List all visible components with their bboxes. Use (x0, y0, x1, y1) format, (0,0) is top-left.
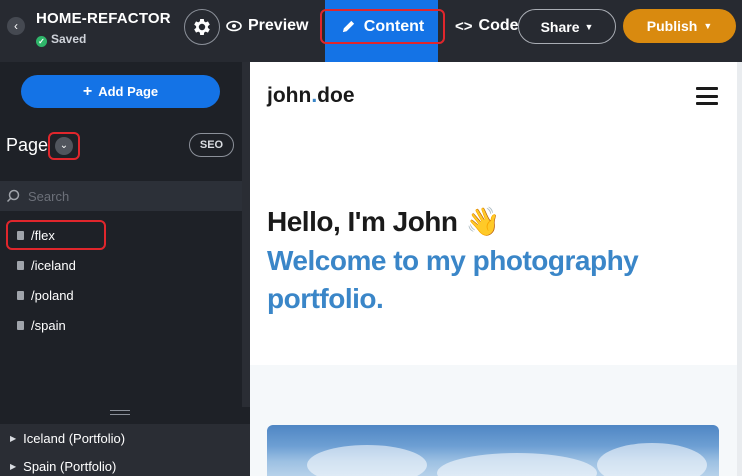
page-section-label: Page (6, 135, 49, 155)
code-icon: <> (455, 17, 473, 35)
search-icon (6, 189, 20, 203)
resize-handle[interactable] (110, 410, 130, 415)
file-icon (17, 230, 24, 240)
group-item-spain[interactable]: ▶ Spain (Portfolio) (0, 452, 250, 476)
group-item-label: Iceland (Portfolio) (23, 430, 126, 446)
settings-button[interactable] (184, 9, 220, 45)
publish-label: Publish (646, 18, 698, 34)
gear-icon (194, 19, 210, 35)
site-preview: john.doe Hello, I'm John 👋 Welcome to my… (250, 62, 742, 476)
hamburger-menu-icon[interactable] (696, 87, 718, 105)
preview-scrollbar[interactable] (737, 62, 742, 476)
share-label: Share (540, 18, 580, 35)
add-page-button[interactable]: + Add Page (21, 75, 220, 108)
file-icon (17, 260, 24, 270)
file-icon (17, 320, 24, 330)
page-item-label: /iceland (31, 257, 76, 273)
page-item-label: /spain (31, 317, 66, 333)
sidebar-scrollbar[interactable] (242, 62, 250, 407)
publish-button[interactable]: Publish ▼ (623, 9, 736, 43)
site-nav: john.doe (250, 62, 742, 130)
content-label: Content (363, 17, 425, 35)
logo-name: john (267, 84, 312, 107)
check-icon: ✓ (36, 36, 47, 47)
page-item-poland[interactable]: /poland (0, 280, 250, 310)
hero-title-text: Hello, I'm John (267, 205, 458, 237)
logo-suffix: doe (317, 84, 355, 107)
chevron-down-icon: ⌄ (55, 137, 73, 155)
group-item-iceland[interactable]: ▶ Iceland (Portfolio) (0, 424, 250, 452)
page-item-spain[interactable]: /spain (0, 310, 250, 340)
caret-down-icon: ▼ (703, 21, 713, 31)
caret-right-icon: ▶ (10, 433, 17, 443)
page-item-iceland[interactable]: /iceland (0, 250, 250, 280)
back-button[interactable]: ‹ (7, 17, 25, 35)
plus-icon: + (82, 82, 93, 100)
eye-icon (226, 20, 242, 32)
project-name: HOME-REFACTOR (36, 10, 171, 27)
seo-button[interactable]: SEO (189, 133, 234, 157)
add-page-label: Add Page (98, 84, 159, 99)
page-item-label: /flex (31, 227, 55, 243)
site-logo[interactable]: john.doe (267, 84, 355, 108)
save-status: ✓ Saved (36, 32, 86, 47)
page-list: /flex /iceland /poland /spain (0, 220, 250, 340)
page-dropdown-toggle[interactable]: ⌄ (48, 132, 80, 160)
save-status-label: Saved (51, 32, 87, 46)
hero-subtitle: Welcome to my photography portfolio. (267, 245, 639, 314)
sidebar: + Add Page Page ⌄ SEO /flex /iceland /po… (0, 62, 250, 476)
page-search (0, 181, 242, 211)
pencil-icon (342, 20, 354, 33)
page-groups: ▶ Iceland (Portfolio) ▶ Spain (Portfolio… (0, 424, 250, 476)
file-icon (17, 290, 24, 300)
code-label: Code (478, 17, 519, 34)
share-button[interactable]: Share ▼ (518, 9, 616, 44)
hero-title: Hello, I'm John 👋 (267, 205, 500, 238)
caret-right-icon: ▶ (10, 461, 17, 471)
top-bar: ‹ HOME-REFACTOR ✓ Saved Preview Content <… (0, 0, 742, 62)
search-input[interactable] (28, 188, 228, 204)
code-button[interactable]: <> Code (455, 17, 519, 35)
page-item-label: /poland (31, 287, 74, 303)
caret-down-icon: ▼ (584, 21, 594, 32)
chevron-left-icon: ‹ (14, 19, 18, 33)
waving-hand-icon: 👋 (465, 206, 501, 237)
preview-label: Preview (248, 17, 309, 34)
group-item-label: Spain (Portfolio) (23, 458, 117, 474)
content-button[interactable]: Content (320, 9, 445, 44)
hero-photo (267, 425, 719, 476)
preview-button[interactable]: Preview (226, 17, 308, 35)
page-item-flex[interactable]: /flex (6, 220, 106, 250)
